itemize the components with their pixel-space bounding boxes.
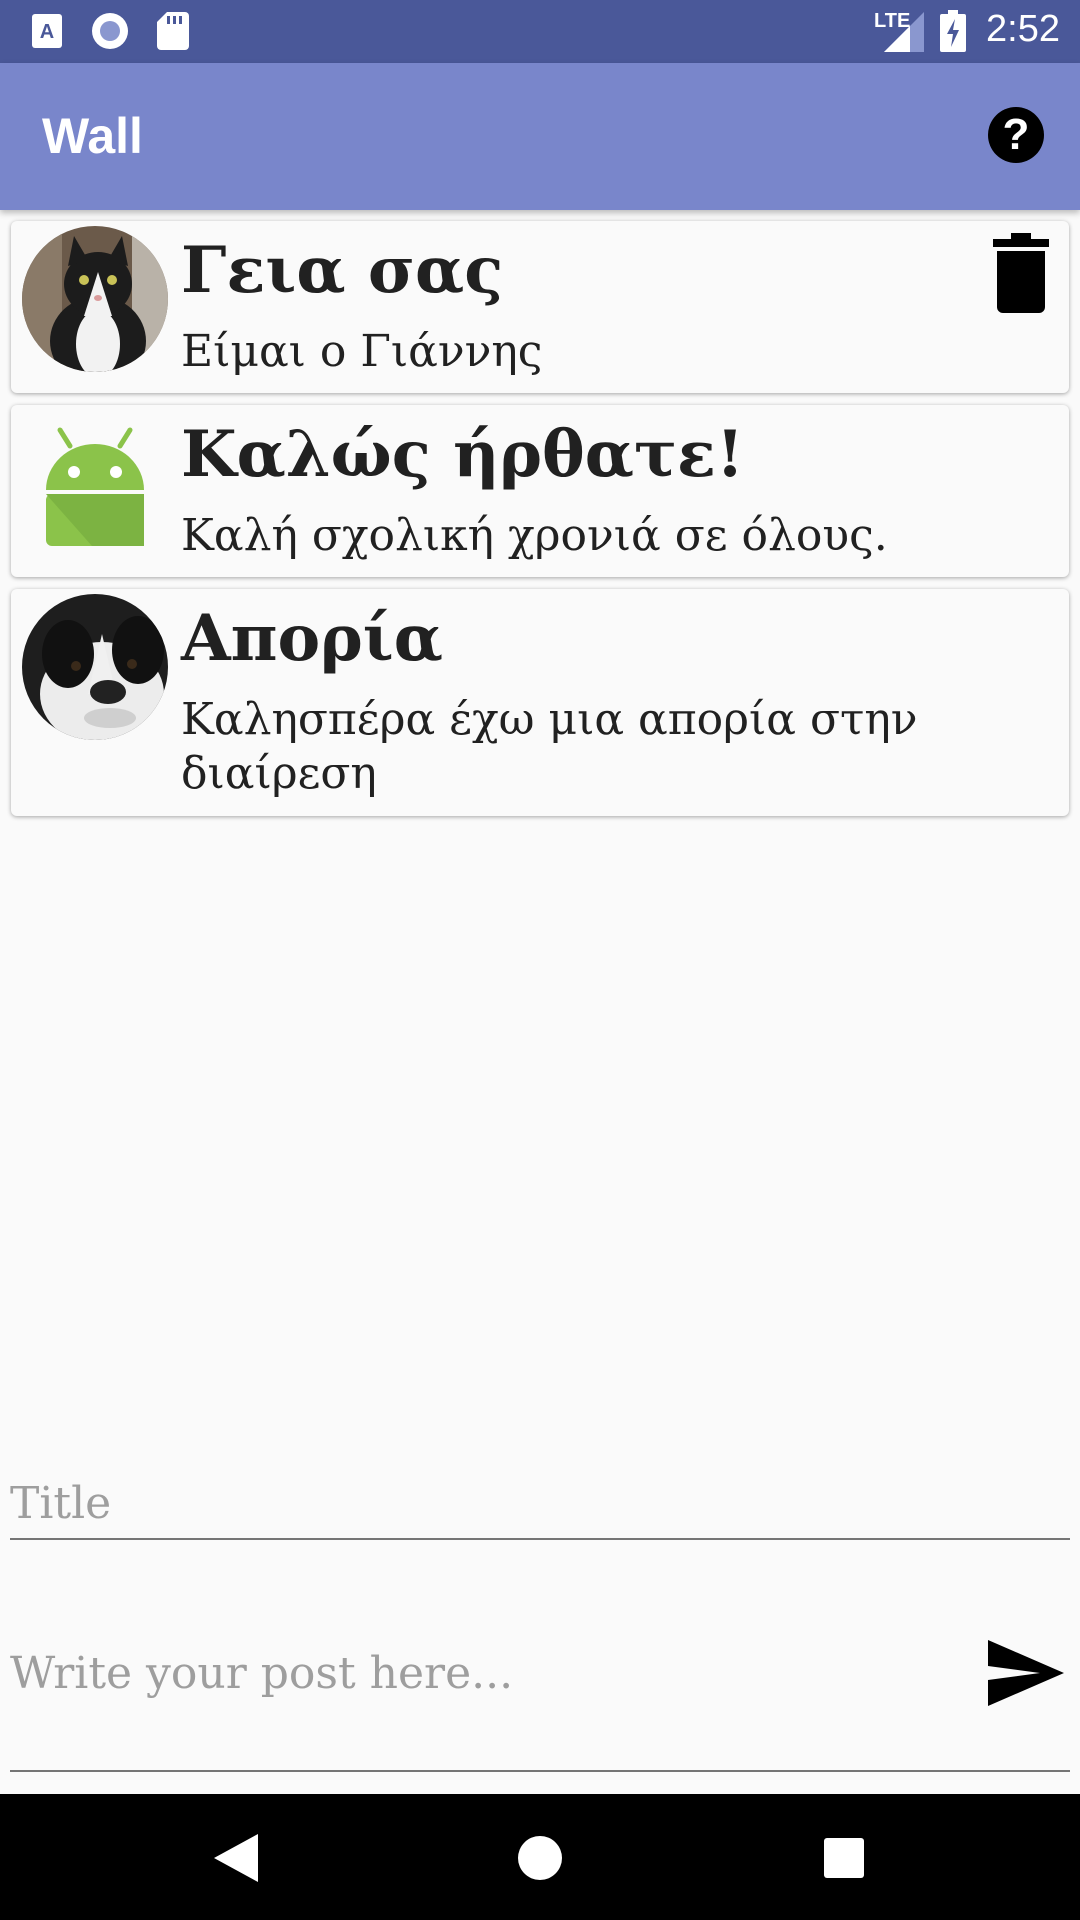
post-card[interactable]: Γεια σας Είμαι ο Γιάννης bbox=[11, 221, 1069, 393]
dog-avatar bbox=[22, 594, 168, 740]
post-card[interactable]: Απορία Καλησπέρα έχω μια απορία στην δια… bbox=[11, 589, 1069, 816]
record-icon bbox=[92, 13, 128, 49]
cat-avatar bbox=[22, 226, 168, 372]
post-body: Καλή σχολική χρονιά σε όλους. bbox=[181, 510, 888, 561]
post-title: Καλώς ήρθατε! bbox=[181, 417, 745, 492]
send-icon[interactable] bbox=[988, 1640, 1064, 1706]
cat-photo bbox=[22, 226, 168, 372]
android-icon bbox=[46, 427, 144, 546]
status-bar: A LTE 2:52 bbox=[0, 0, 1080, 63]
title-field[interactable] bbox=[10, 1474, 1070, 1540]
page-title: Wall bbox=[42, 108, 143, 164]
sd-card-icon bbox=[157, 12, 189, 50]
post-input[interactable] bbox=[10, 1648, 970, 1699]
svg-text:A: A bbox=[40, 21, 54, 43]
post-field[interactable] bbox=[10, 1640, 1070, 1772]
help-circle-icon[interactable]: ? bbox=[988, 107, 1044, 163]
battery-charging-icon bbox=[940, 10, 966, 52]
post-title: Γεια σας bbox=[181, 233, 504, 308]
navigation-bar bbox=[0, 1794, 1080, 1920]
signal-icon bbox=[884, 12, 924, 52]
android-avatar bbox=[22, 410, 168, 556]
status-time: 2:52 bbox=[986, 8, 1060, 50]
post-title: Απορία bbox=[181, 601, 443, 676]
font-download-icon: A bbox=[32, 14, 62, 48]
recents-icon[interactable] bbox=[824, 1838, 864, 1878]
back-icon[interactable] bbox=[214, 1834, 258, 1882]
post-card[interactable]: Καλώς ήρθατε! Καλή σχολική χρονιά σε όλο… bbox=[11, 405, 1069, 577]
home-icon[interactable] bbox=[518, 1836, 562, 1880]
title-input[interactable] bbox=[10, 1478, 970, 1529]
app-bar: Wall ? bbox=[0, 63, 1080, 210]
post-body: Καλησπέρα έχω μια απορία στην διαίρεση bbox=[181, 694, 918, 799]
post-body: Είμαι ο Γιάννης bbox=[181, 326, 543, 377]
dog-photo bbox=[22, 594, 168, 740]
delete-icon[interactable] bbox=[993, 233, 1049, 313]
